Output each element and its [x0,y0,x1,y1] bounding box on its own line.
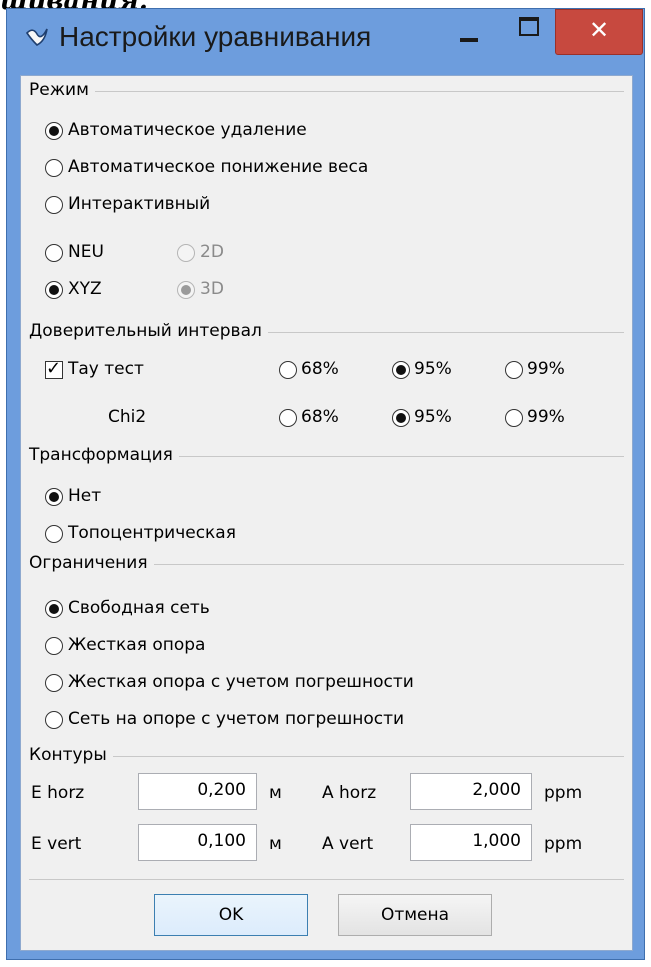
contours-group-title: Контуры [29,745,113,765]
radio-2d[interactable] [177,244,195,262]
radio-network-on-control-label[interactable]: Сеть на опоре с учетом погрешности [68,709,404,729]
a-horz-input[interactable]: 2,000 [410,773,532,810]
cancel-button[interactable]: Отмена [338,894,492,936]
radio-auto-remove[interactable] [45,122,63,140]
contours-group-line [29,756,624,757]
radio-interactive[interactable] [45,196,63,214]
radio-tau-99[interactable] [505,361,523,379]
radio-topocentric[interactable] [45,525,63,543]
radio-tau-99-label[interactable]: 99% [527,359,565,379]
window-title: Настройки уравнивания [59,21,372,52]
ok-button[interactable]: OK [154,894,308,936]
maximize-icon [519,17,539,36]
constraints-group-title: Ограничения [29,553,154,573]
radio-neu[interactable] [45,244,63,262]
e-horz-label: E horz [31,783,85,803]
a-vert-unit: ppm [544,834,583,854]
a-horz-label: A horz [322,783,377,803]
radio-tau-95-label[interactable]: 95% [414,359,452,379]
close-icon: ✕ [588,16,610,44]
button-separator [29,879,624,880]
e-vert-input[interactable]: 0,100 [138,824,257,861]
radio-tau-68[interactable] [279,361,297,379]
radio-3d[interactable] [177,281,195,299]
chi2-label: Chi2 [108,407,147,427]
maximize-button[interactable] [505,9,553,55]
radio-network-on-control[interactable] [45,711,63,729]
dialog-client-area: Режим Автоматическое удаление Автоматиче… [20,75,633,951]
radio-3d-label[interactable]: 3D [200,279,224,299]
mode-group-line [29,91,624,92]
radio-chi-99-label[interactable]: 99% [527,407,565,427]
radio-rigid-control-label[interactable]: Жесткая опора [68,635,205,655]
radio-tau-68-label[interactable]: 68% [301,359,339,379]
close-button[interactable]: ✕ [555,9,643,55]
radio-auto-reweight[interactable] [45,159,63,177]
radio-transform-none[interactable] [45,488,63,506]
a-horz-unit: ppm [544,783,583,803]
minimize-button[interactable] [445,9,493,55]
radio-auto-reweight-label[interactable]: Автоматическое понижение веса [68,157,368,177]
e-horz-unit: м [269,783,282,803]
checkmark-icon: ✓ [46,358,62,379]
radio-chi-68[interactable] [279,409,297,427]
radio-chi-68-label[interactable]: 68% [301,407,339,427]
radio-auto-remove-label[interactable]: Автоматическое удаление [68,120,307,140]
radio-free-network-label[interactable]: Свободная сеть [68,598,210,618]
radio-tau-95[interactable] [392,361,410,379]
radio-xyz[interactable] [45,281,63,299]
radio-interactive-label[interactable]: Интерактивный [68,194,210,214]
transform-group-title: Трансформация [29,445,179,465]
radio-2d-label[interactable]: 2D [200,242,224,262]
radio-neu-label[interactable]: NEU [68,242,104,262]
tau-test-label[interactable]: Тау тест [68,359,144,379]
radio-free-network[interactable] [45,600,63,618]
checkmark-icon [25,28,48,46]
a-vert-input[interactable]: 1,000 [410,824,532,861]
e-vert-label: E vert [31,834,82,854]
radio-rigid-control[interactable] [45,637,63,655]
radio-topocentric-label[interactable]: Топоцентрическая [68,523,236,543]
radio-chi-95[interactable] [392,409,410,427]
e-vert-unit: м [269,834,282,854]
radio-chi-99[interactable] [505,409,523,427]
a-vert-label: A vert [322,834,374,854]
tau-test-checkbox[interactable]: ✓ [45,358,63,379]
radio-transform-none-label[interactable]: Нет [68,486,101,506]
radio-chi-95-label[interactable]: 95% [414,407,452,427]
adjustment-settings-dialog: Настройки уравнивания ✕ Режим Автоматиче… [6,8,645,960]
radio-rigid-with-error-label[interactable]: Жесткая опора с учетом погрешности [68,672,414,692]
mode-group-title: Режим [29,80,95,100]
e-horz-input[interactable]: 0,200 [138,773,257,810]
minimize-icon [460,38,478,42]
radio-rigid-with-error[interactable] [45,674,63,692]
radio-xyz-label[interactable]: XYZ [68,279,102,299]
title-bar[interactable]: Настройки уравнивания ✕ [7,9,644,75]
confidence-group-title: Доверительный интервал [29,321,268,341]
